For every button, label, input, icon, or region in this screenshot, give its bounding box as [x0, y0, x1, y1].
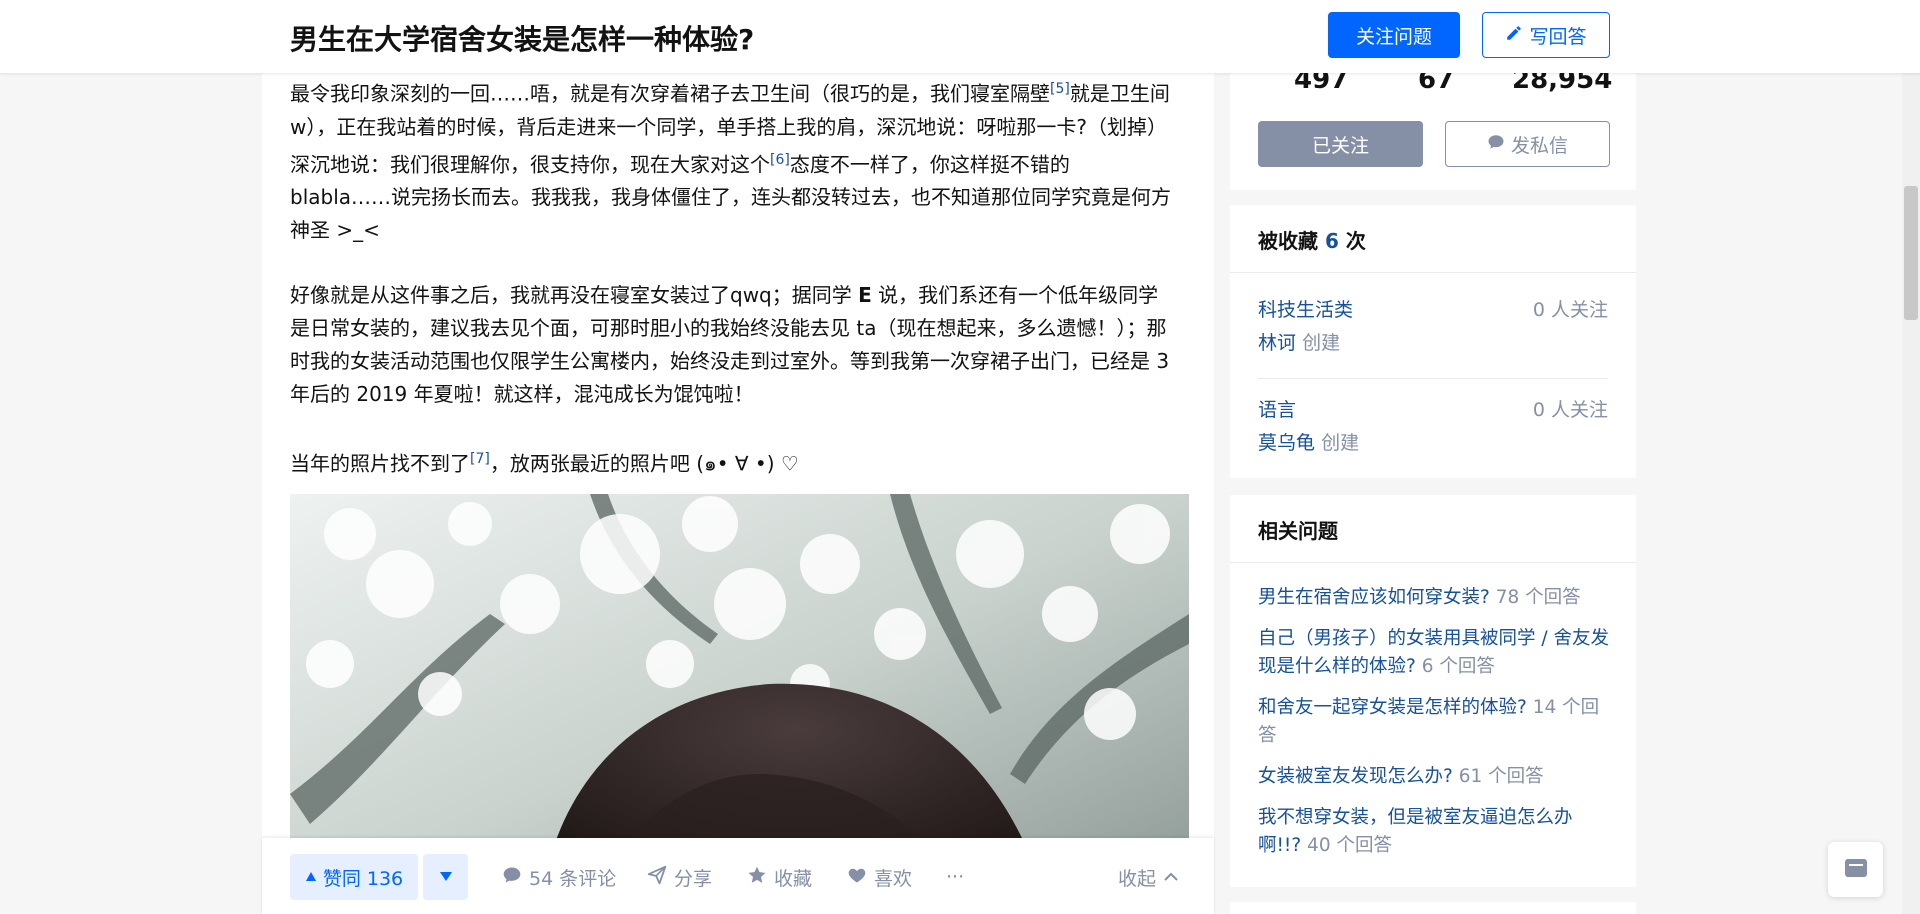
- related-question-count: 61 个回答: [1458, 766, 1544, 787]
- share-label: 分享: [674, 867, 713, 890]
- divider: [1258, 378, 1608, 379]
- related-question-link[interactable]: 和舍友一起穿女装是怎样的体验?: [1258, 697, 1527, 718]
- question-stats-card: 497 67 28,954 已关注 发私信: [1230, 65, 1636, 190]
- answer-text-fragment: ，放两张最近的照片吧 (๑• ∀ •) ♡: [489, 451, 799, 476]
- divider: [1230, 272, 1636, 273]
- favorites-title-prefix: 被收藏: [1258, 229, 1325, 253]
- upvote-label: 赞同 136: [322, 867, 404, 890]
- favorites-card: 被收藏 6 次 科技生活类 0 人关注 林诃 创建 语言 0 人关注 莫乌龟 创建: [1230, 205, 1636, 478]
- question-title: 男生在大学宿舍女装是怎样一种体验?: [290, 23, 755, 56]
- collection-name[interactable]: 科技生活类: [1258, 299, 1353, 321]
- question-header: 男生在大学宿舍女装是怎样一种体验? 关注问题 写回答: [0, 0, 1920, 73]
- collection-item[interactable]: 科技生活类 0 人关注 林诃 创建: [1258, 294, 1608, 360]
- collection-creator[interactable]: 莫乌龟: [1258, 432, 1315, 454]
- answer-text-fragment: 当年的照片找不到了: [290, 451, 470, 476]
- related-questions-list: 男生在宿舍应该如何穿女装? 78 个回答 自己（男孩子）的女装用具被同学 / 舍…: [1258, 584, 1610, 873]
- star-icon: [747, 865, 767, 890]
- related-question-count: 6 个回答: [1421, 656, 1495, 677]
- related-question-item[interactable]: 男生在宿舍应该如何穿女装? 78 个回答: [1258, 584, 1610, 612]
- next-sidebar-card: [1230, 902, 1636, 914]
- related-question-item[interactable]: 自己（男孩子）的女装用具被同学 / 舍友发现是什么样的体验? 6 个回答: [1258, 625, 1610, 681]
- send-message-label: 发私信: [1510, 134, 1568, 157]
- answer-paragraph: 最令我印象深刻的一回……唔，就是有次穿着裙子去卫生间（很巧的是，我们寝室隔壁[5…: [290, 73, 1176, 247]
- related-question-count: 78 个回答: [1495, 587, 1581, 608]
- more-button[interactable]: ···: [946, 854, 964, 900]
- footnote-reference[interactable]: [7]: [470, 451, 490, 467]
- divider: [1230, 562, 1636, 563]
- favorites-count: 6: [1324, 229, 1339, 253]
- comments-label: 54 条评论: [529, 867, 617, 890]
- related-question-item[interactable]: 和舍友一起穿女装是怎样的体验? 14 个回答: [1258, 694, 1610, 750]
- collapse-label: 收起: [1118, 867, 1157, 890]
- write-answer-label: 写回答: [1529, 25, 1587, 48]
- collection-creator[interactable]: 林诃: [1258, 332, 1296, 354]
- related-questions-card: 相关问题 男生在宿舍应该如何穿女装? 78 个回答 自己（男孩子）的女装用具被同…: [1230, 495, 1636, 887]
- answer-text-fragment: 好像就是从这件事之后，我就再没在寝室女装过了qwq；据同学: [290, 283, 859, 308]
- collection-followers: 0 人关注: [1532, 399, 1608, 421]
- comment-icon: [502, 865, 522, 890]
- send-message-button[interactable]: 发私信: [1445, 121, 1610, 167]
- pencil-icon: [1505, 24, 1523, 47]
- related-question-item[interactable]: 女装被室友发现怎么办? 61 个回答: [1258, 763, 1610, 791]
- related-question-count: 40 个回答: [1307, 835, 1392, 856]
- like-button[interactable]: 喜欢: [847, 854, 912, 900]
- write-answer-button[interactable]: 写回答: [1482, 12, 1610, 58]
- scrollbar-thumb[interactable]: [1904, 186, 1918, 320]
- followed-button[interactable]: 已关注: [1258, 121, 1423, 167]
- like-label: 喜欢: [874, 867, 913, 890]
- follow-question-button[interactable]: 关注问题: [1328, 12, 1460, 58]
- collection-created-label: 创建: [1321, 432, 1360, 454]
- comments-button[interactable]: 54 条评论: [502, 854, 616, 900]
- upvote-button[interactable]: 赞同 136: [290, 854, 418, 900]
- collection-created-label: 创建: [1302, 332, 1341, 354]
- answer-bold-text: E: [858, 283, 872, 308]
- answer-paragraph: 好像就是从这件事之后，我就再没在寝室女装过了qwq；据同学 E 说，我们系还有一…: [290, 279, 1176, 411]
- collapse-button[interactable]: 收起: [1118, 854, 1179, 900]
- footnote-reference[interactable]: [5]: [1050, 81, 1070, 97]
- triangle-up-icon: [305, 866, 317, 888]
- footnote-reference[interactable]: [6]: [770, 152, 790, 168]
- collection-name[interactable]: 语言: [1258, 399, 1296, 421]
- chat-bubble-icon: [1487, 133, 1505, 156]
- related-question-link[interactable]: 女装被室友发现怎么办?: [1258, 766, 1453, 787]
- answer-content: 最令我印象深刻的一回……唔，就是有次穿着裙子去卫生间（很巧的是，我们寝室隔壁[5…: [290, 73, 1176, 513]
- heart-icon: [847, 865, 867, 890]
- favorites-title: 被收藏 6 次: [1258, 225, 1366, 254]
- chevron-up-icon: [1163, 866, 1179, 888]
- related-questions-title: 相关问题: [1258, 519, 1338, 543]
- more-label: ···: [946, 866, 965, 888]
- share-button[interactable]: 分享: [647, 854, 712, 900]
- related-question-link[interactable]: 我不想穿女装，但是被室友逼迫怎么办啊!!?: [1258, 807, 1573, 856]
- scrollbar-track[interactable]: [1902, 0, 1920, 914]
- related-question-link[interactable]: 男生在宿舍应该如何穿女装?: [1258, 587, 1490, 608]
- related-question-item[interactable]: 我不想穿女装，但是被室友逼迫怎么办啊!!? 40 个回答: [1258, 804, 1610, 860]
- floating-inbox-button[interactable]: [1828, 842, 1883, 897]
- answer-card: 最令我印象深刻的一回……唔，就是有次穿着裙子去卫生间（很巧的是，我们寝室隔壁[5…: [262, 73, 1214, 914]
- collection-followers: 0 人关注: [1532, 299, 1608, 321]
- answer-action-bar: 赞同 136 54 条评论 分享 收藏 喜欢 ··· 收起: [262, 838, 1214, 914]
- answer-paragraph: 当年的照片找不到了[7]，放两张最近的照片吧 (๑• ∀ •) ♡: [290, 443, 1176, 481]
- favorites-title-suffix: 次: [1338, 229, 1366, 253]
- collect-label: 收藏: [774, 867, 813, 890]
- paper-plane-icon: [647, 865, 667, 890]
- collect-button[interactable]: 收藏: [747, 854, 812, 900]
- downvote-button[interactable]: [423, 854, 468, 900]
- collection-item[interactable]: 语言 0 人关注 莫乌龟 创建: [1258, 394, 1608, 460]
- answer-text-fragment: 最令我印象深刻的一回……唔，就是有次穿着裙子去卫生间（很巧的是，我们寝室隔壁: [290, 81, 1050, 106]
- inbox-icon: [1843, 857, 1869, 883]
- triangle-down-icon: [439, 870, 453, 885]
